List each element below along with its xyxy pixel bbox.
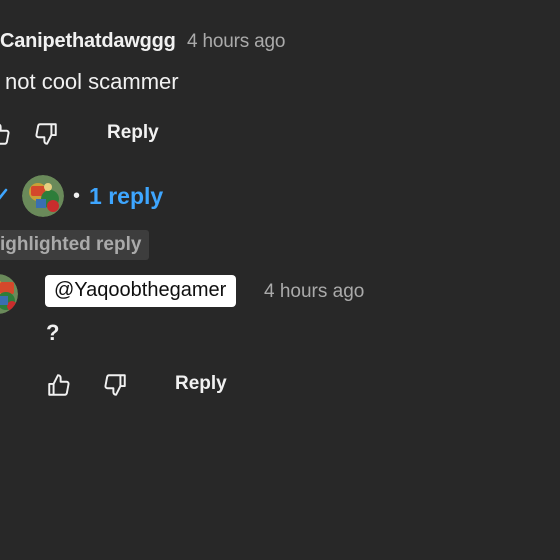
- dislike-button[interactable]: [32, 120, 60, 148]
- chevron-down-icon: [0, 188, 8, 200]
- comment-text: not cool scammer: [5, 69, 179, 94]
- reply-count-label[interactable]: 1 reply: [89, 183, 163, 210]
- thumbs-up-icon: [48, 374, 70, 396]
- comment-author[interactable]: Canipethatdawggg: [0, 30, 176, 52]
- highlighted-reply-badge: ighlighted reply: [0, 230, 150, 260]
- thumbs-down-icon: [35, 123, 57, 145]
- reply-author-chip[interactable]: @Yaqoobthegamer: [45, 275, 237, 307]
- thumbs-down-icon: [104, 374, 126, 396]
- reply-button[interactable]: Reply: [107, 122, 159, 144]
- reply-dislike-button[interactable]: [101, 371, 129, 399]
- avatar: [22, 175, 64, 217]
- comment-timestamp[interactable]: 4 hours ago: [187, 31, 285, 52]
- reply-timestamp[interactable]: 4 hours ago: [264, 281, 364, 303]
- reply-reply-button[interactable]: Reply: [175, 373, 227, 395]
- comment-header: Canipethatdawggg 4 hours ago: [0, 30, 285, 53]
- thumbs-up-icon: [0, 123, 10, 145]
- replies-toggle[interactable]: • 1 reply: [0, 174, 163, 218]
- like-button[interactable]: [0, 120, 12, 148]
- reply-like-button[interactable]: [45, 371, 73, 399]
- reply-text: ?: [46, 320, 60, 345]
- replies-separator: •: [73, 184, 81, 207]
- reply-avatar[interactable]: [0, 274, 18, 314]
